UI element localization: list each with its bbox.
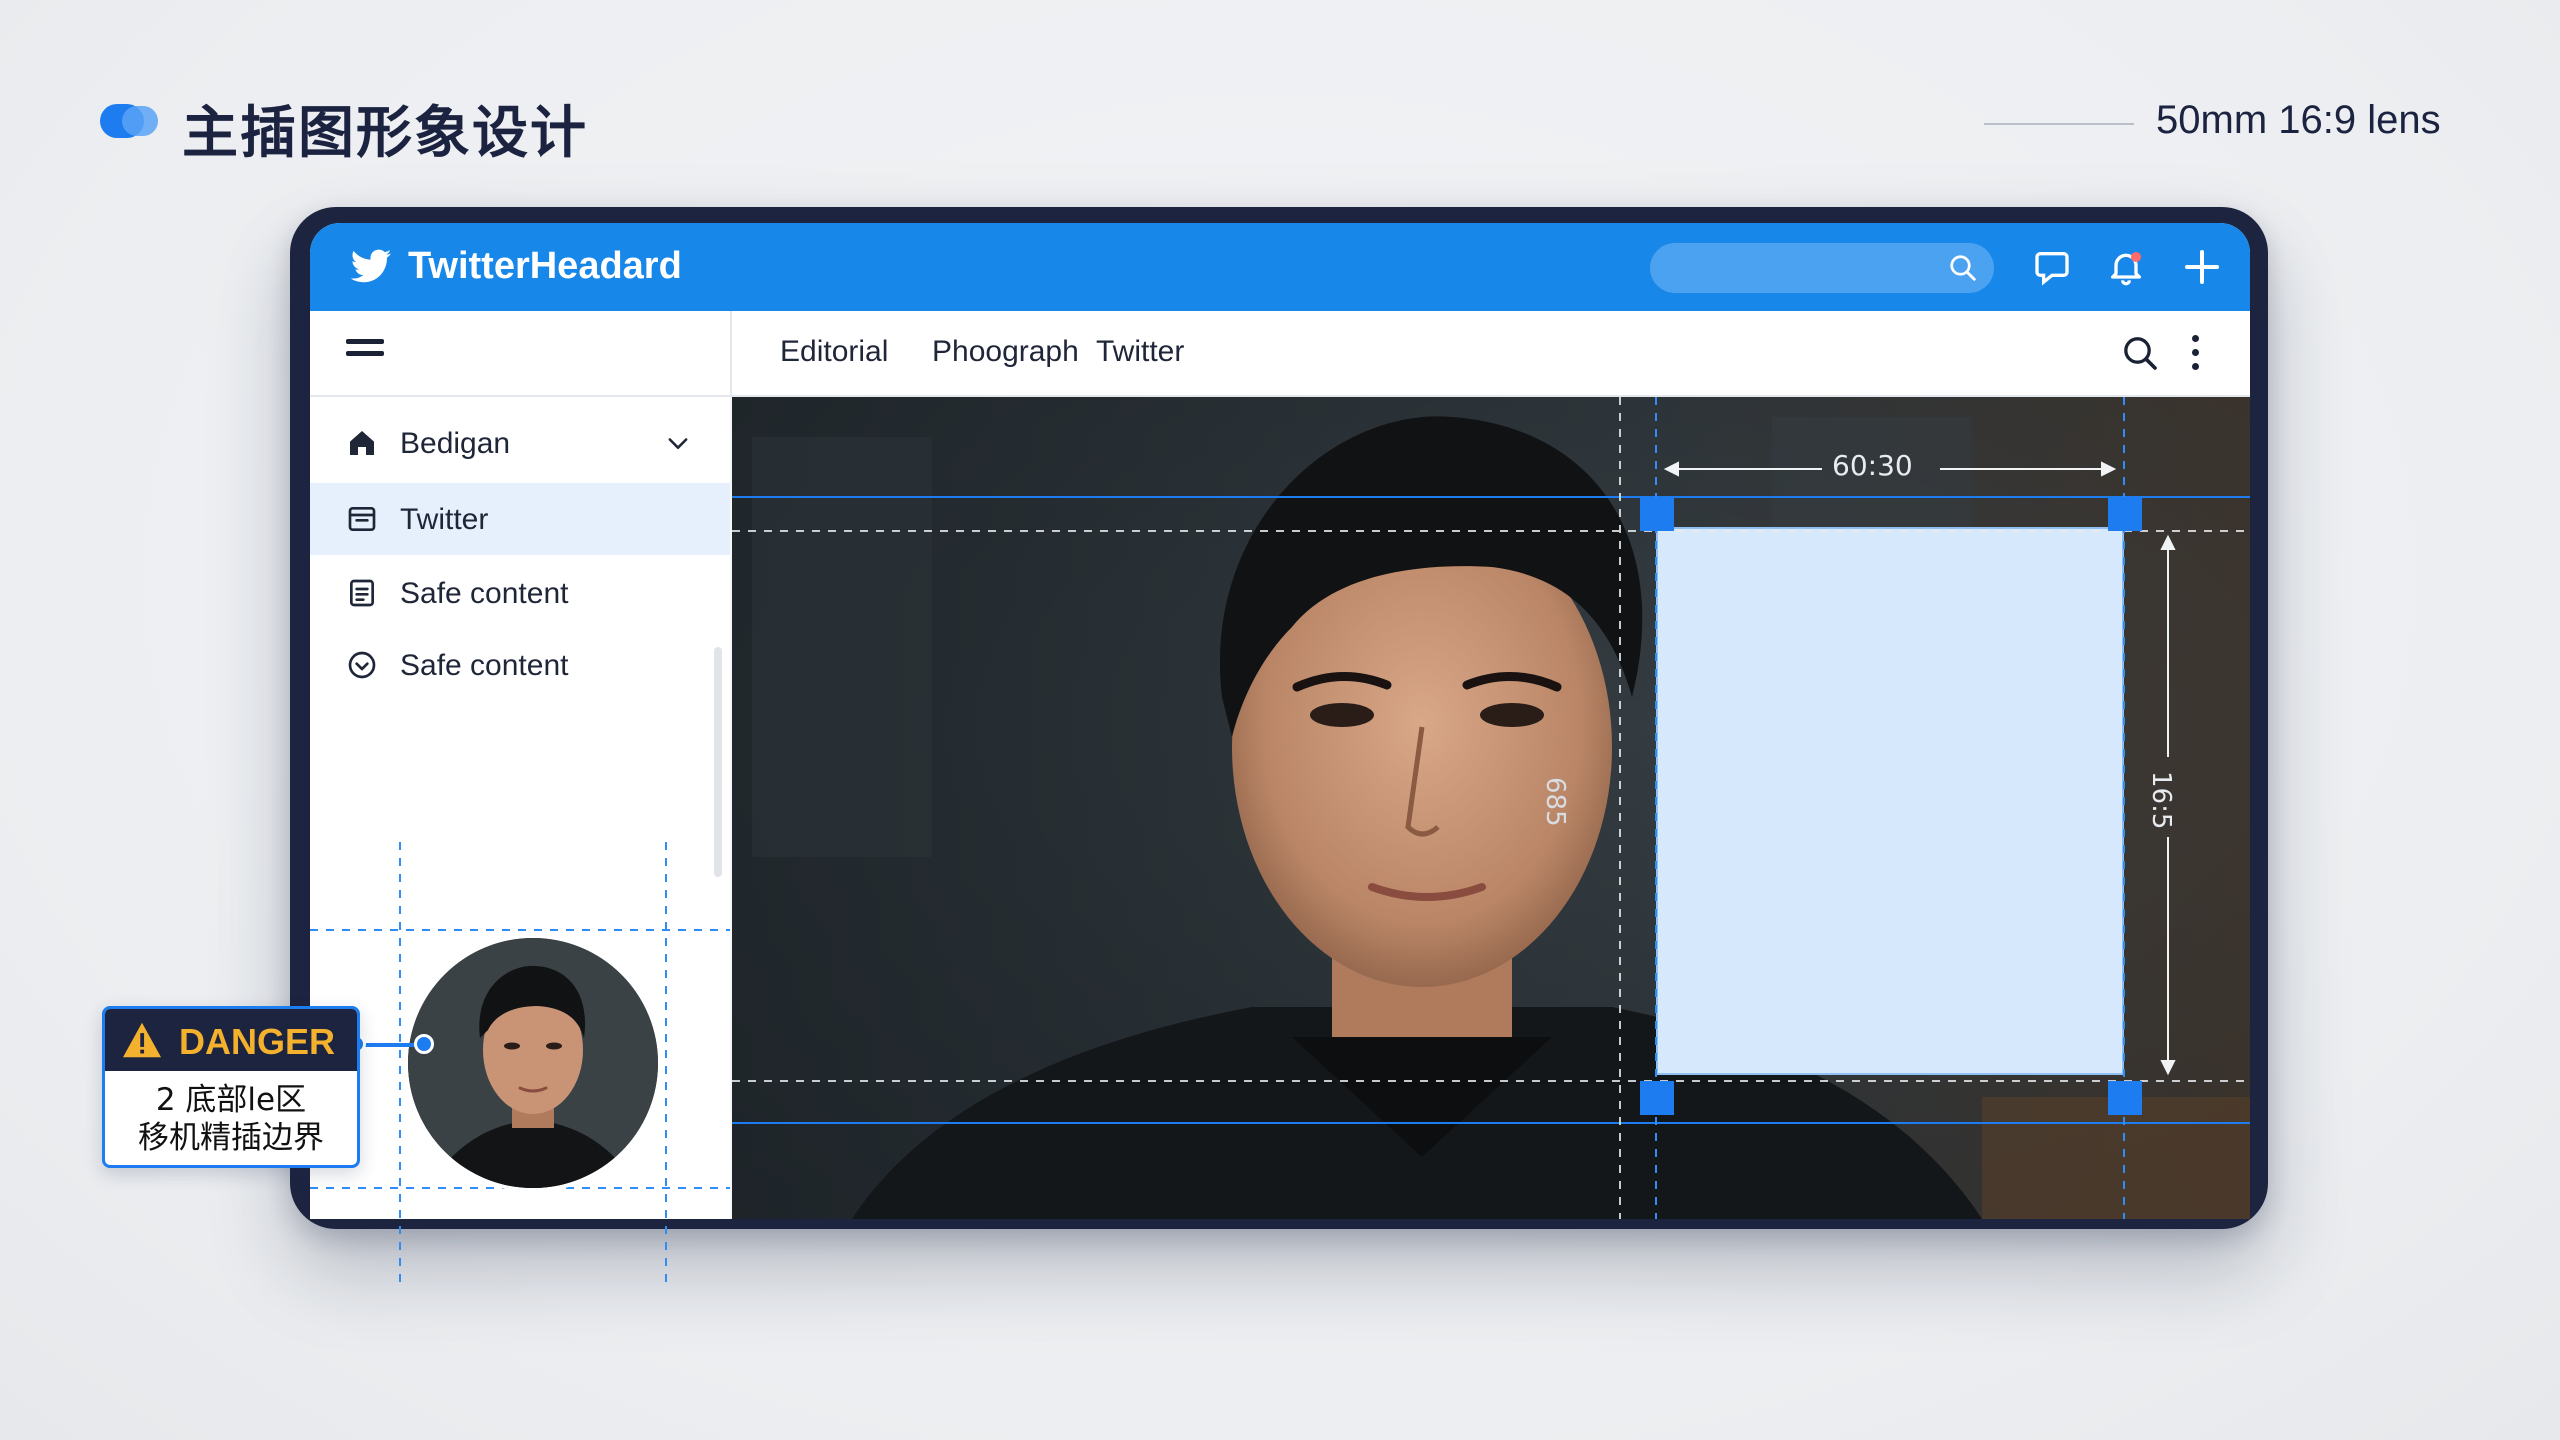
danger-line-1: 2 底部le区 <box>155 1082 307 1118</box>
sidebar-item-safe-content[interactable]: Safe content <box>310 557 730 629</box>
inbox-icon <box>348 507 376 531</box>
avatar-portrait <box>408 938 658 1188</box>
sidebar-item-label: Twitter <box>400 503 489 536</box>
tab-editorial[interactable]: Editorial <box>780 335 888 369</box>
guide-overlay <box>732 397 2250 1219</box>
danger-line-2: 移机精插边界 <box>138 1120 324 1156</box>
chevron-down-icon[interactable] <box>664 429 692 457</box>
hamburger-menu-icon[interactable] <box>346 339 384 365</box>
danger-header: DANGER <box>105 1009 357 1071</box>
lens-divider <box>1984 123 2134 125</box>
tab-photograph[interactable]: Phoograph <box>932 335 1079 369</box>
search-icon[interactable] <box>2120 333 2160 373</box>
sidebar-item-label: Safe content <box>400 577 569 610</box>
sidebar-item-label: Safe content <box>400 649 569 682</box>
height-measurement-right: 16:5 <box>2146 771 2176 830</box>
message-icon[interactable] <box>2032 247 2072 287</box>
connector-dot <box>414 1034 434 1054</box>
home-icon <box>350 431 374 455</box>
danger-label: DANGER <box>179 1021 336 1062</box>
lens-label: 50mm 16:9 lens <box>2156 98 2441 142</box>
bell-icon[interactable] <box>2106 247 2146 287</box>
danger-body: 2 底部le区 移机精插边界 <box>105 1071 357 1157</box>
brand-name: TwitterHeadard <box>408 245 682 287</box>
title-bullet-icon <box>100 104 158 138</box>
document-icon <box>350 579 374 607</box>
toolbar-divider <box>730 311 732 395</box>
sidebar-scrollbar[interactable] <box>714 647 722 877</box>
danger-callout: DANGER 2 底部le区 移机精插边界 <box>102 1006 360 1168</box>
toolbar: Editorial Phoograph Twitter <box>310 311 2250 397</box>
height-measurement-left: 685 <box>1540 777 1570 827</box>
sidebar-item-bedigan[interactable]: Bedigan <box>310 407 730 479</box>
tab-twitter[interactable]: Twitter <box>1096 335 1184 369</box>
slide-title: 主插图形象设计 <box>182 101 588 166</box>
more-options-icon[interactable] <box>2192 335 2202 371</box>
warning-icon <box>123 1022 161 1058</box>
twitter-bird-icon[interactable] <box>346 245 396 289</box>
avatar[interactable] <box>404 934 662 1192</box>
app-bar: TwitterHeadard <box>310 223 2250 311</box>
sidebar-item-twitter[interactable]: Twitter <box>310 483 730 555</box>
photo-canvas[interactable]: 60:30 685 16:5 <box>732 397 2250 1219</box>
sidebar-item-label: Bedigan <box>400 427 511 460</box>
search-icon <box>1950 255 1976 281</box>
sidebar-item-safe-content-2[interactable]: Safe content <box>310 629 730 701</box>
plus-icon[interactable] <box>2182 247 2222 287</box>
check-circle-icon <box>348 651 376 679</box>
width-measurement: 60:30 <box>1832 449 1913 482</box>
search-input[interactable] <box>1650 243 1994 293</box>
